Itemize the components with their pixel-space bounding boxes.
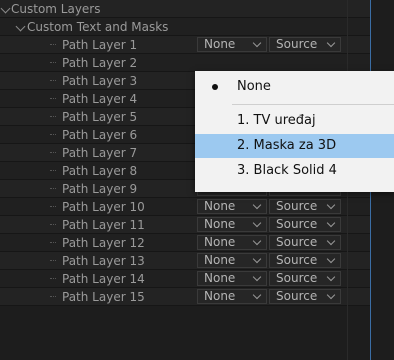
mode-select[interactable]: Source (269, 217, 341, 232)
path-layer-label: Path Layer 2 (62, 56, 138, 70)
chevron-down-icon (252, 272, 262, 282)
path-layer-label: Path Layer 11 (62, 218, 145, 232)
menu-item-tv-uredaj[interactable]: 1. TV uređaj (195, 109, 394, 133)
tree-connector (50, 296, 56, 298)
mask-select-value: None (204, 199, 236, 213)
mode-select[interactable]: Source (269, 289, 341, 304)
tree-connector (50, 116, 56, 118)
path-layer-label: Path Layer 12 (62, 236, 145, 250)
tree-connector (50, 278, 56, 280)
path-layer-label: Path Layer 13 (62, 254, 145, 268)
path-layer-label: Path Layer 14 (62, 272, 145, 286)
mode-select[interactable]: Source (269, 235, 341, 250)
path-layer-row[interactable]: Path Layer 2 (0, 54, 370, 72)
chevron-down-icon (326, 254, 336, 264)
group-label: Custom Layers (11, 2, 101, 16)
tree-connector (50, 62, 56, 64)
mode-select[interactable]: Source (269, 37, 341, 52)
chevron-down-icon (326, 218, 336, 228)
path-layer-row[interactable]: Path Layer 12 None Source (0, 234, 370, 252)
menu-separator (232, 104, 394, 105)
chevron-down-icon (252, 38, 262, 48)
tree-connector (50, 260, 56, 262)
chevron-down-icon (252, 218, 262, 228)
mode-select[interactable]: Source (269, 253, 341, 268)
chevron-down-icon (326, 200, 336, 210)
path-layer-label: Path Layer 10 (62, 200, 145, 214)
tree-connector (50, 152, 56, 154)
mode-select[interactable]: Source (269, 271, 341, 286)
menu-item-none[interactable]: None (195, 75, 394, 99)
tree-connector (50, 206, 56, 208)
subgroup-label: Custom Text and Masks (27, 20, 169, 34)
mask-select-value: None (204, 253, 236, 267)
mask-select-value: None (204, 235, 236, 249)
path-layer-row[interactable]: Path Layer 10 None Source (0, 198, 370, 216)
mode-select-value: Source (276, 253, 318, 267)
path-layer-row[interactable]: Path Layer 1 None Source (0, 36, 370, 54)
path-layer-label: Path Layer 1 (62, 38, 138, 52)
chevron-down-icon (252, 200, 262, 210)
chevron-down-icon[interactable] (15, 21, 26, 32)
chevron-down-icon (326, 272, 336, 282)
mask-dropdown-menu: None 1. TV uređaj 2. Maska za 3D 3. Blac… (195, 71, 394, 192)
chevron-down-icon (252, 290, 262, 300)
mask-select[interactable]: None (197, 235, 267, 250)
tree-connector (50, 44, 56, 46)
chevron-down-icon (326, 290, 336, 300)
path-layer-label: Path Layer 6 (62, 128, 138, 142)
selected-bullet-icon (212, 84, 218, 90)
menu-item-label: 3. Black Solid 4 (237, 163, 337, 178)
path-layer-label: Path Layer 7 (62, 146, 138, 160)
group-row-custom-text-and-masks[interactable]: Custom Text and Masks (0, 18, 370, 36)
path-layer-label: Path Layer 8 (62, 164, 138, 178)
path-layer-row[interactable]: Path Layer 14 None Source (0, 270, 370, 288)
tree-connector (50, 170, 56, 172)
path-layer-label: Path Layer 5 (62, 110, 138, 124)
mask-select[interactable]: None (197, 37, 267, 52)
mode-select-value: Source (276, 37, 318, 51)
mask-select[interactable]: None (197, 271, 267, 286)
chevron-down-icon (252, 236, 262, 246)
chevron-down-icon (326, 236, 336, 246)
tree-connector (50, 134, 56, 136)
tree-connector (50, 80, 56, 82)
path-layer-row[interactable]: Path Layer 15 None Source (0, 288, 370, 306)
mask-select[interactable]: None (197, 253, 267, 268)
menu-item-label: 1. TV uređaj (237, 113, 316, 128)
chevron-down-icon[interactable] (0, 3, 11, 14)
path-layer-label: Path Layer 15 (62, 290, 145, 304)
path-layer-label: Path Layer 9 (62, 182, 138, 196)
mask-select[interactable]: None (197, 199, 267, 214)
tree-connector (50, 242, 56, 244)
mask-select-value: None (204, 217, 236, 231)
mode-select-value: Source (276, 217, 318, 231)
group-row-custom-layers[interactable]: Custom Layers (0, 0, 370, 18)
path-layer-label: Path Layer 3 (62, 74, 138, 88)
menu-item-black-solid-4[interactable]: 3. Black Solid 4 (195, 159, 394, 183)
menu-item-maska-za-3d[interactable]: 2. Maska za 3D (195, 134, 394, 158)
chevron-down-icon (326, 38, 336, 48)
mask-select-value: None (204, 37, 236, 51)
tree-connector (50, 98, 56, 100)
chevron-down-icon (252, 254, 262, 264)
menu-item-label: None (237, 79, 271, 94)
mask-select[interactable]: None (197, 289, 267, 304)
mode-select-value: Source (276, 271, 318, 285)
path-layer-row[interactable]: Path Layer 13 None Source (0, 252, 370, 270)
tree-connector (50, 188, 56, 190)
mode-select[interactable]: Source (269, 199, 341, 214)
mode-select-value: Source (276, 235, 318, 249)
mode-select-value: Source (276, 289, 318, 303)
mask-select-value: None (204, 271, 236, 285)
path-layer-row[interactable]: Path Layer 11 None Source (0, 216, 370, 234)
path-layer-label: Path Layer 4 (62, 92, 138, 106)
menu-item-label: 2. Maska za 3D (237, 138, 337, 153)
mode-select-value: Source (276, 199, 318, 213)
tree-connector (50, 224, 56, 226)
mask-select[interactable]: None (197, 217, 267, 232)
mask-select-value: None (204, 289, 236, 303)
